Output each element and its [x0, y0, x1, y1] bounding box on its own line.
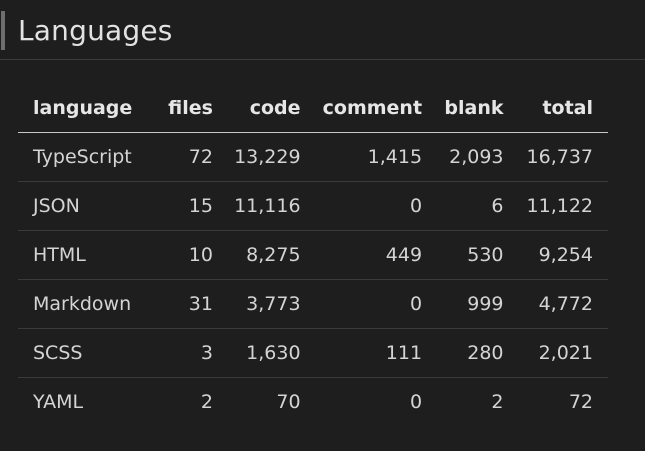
section-heading: Languages	[0, 5, 645, 60]
cell-language: JSON	[18, 181, 144, 231]
cell-blank: 280	[422, 328, 504, 378]
cell-total: 4,772	[503, 279, 608, 329]
cell-files: 10	[143, 230, 213, 280]
cell-blank: 2	[491, 391, 504, 413]
table-header-row: language files code comment blank total	[18, 84, 608, 133]
cell-language: Markdown	[18, 279, 144, 329]
cell-files: 15	[143, 181, 213, 231]
cell-code: 8,275	[212, 230, 301, 280]
page-title: Languages	[18, 14, 173, 47]
table-row: SCSS 3 1,630 111 280 2,021	[18, 328, 608, 378]
cell-total: 9,254	[503, 230, 608, 280]
cell-blank: 530	[422, 230, 504, 280]
table-row: TypeScript 72 13,229 1,415 2,093 16,737	[18, 132, 608, 182]
cell-comment: 0	[409, 391, 423, 413]
cell-files: 3	[143, 328, 213, 378]
cell-comment: 111	[300, 328, 423, 378]
cell-language: SCSS	[18, 328, 144, 378]
column-header-code: code	[212, 84, 301, 133]
cell-blank: 6	[422, 181, 504, 231]
cell-total: 16,737	[503, 132, 608, 182]
table-row: HTML 10 8,275 449 530 9,254	[18, 230, 608, 280]
column-header-blank: blank	[422, 84, 504, 133]
languages-table: language files code comment blank total …	[18, 84, 608, 426]
cell-comment: 1,415	[300, 132, 423, 182]
cell-code: 11,116	[212, 181, 301, 231]
cell-language: YAML	[33, 391, 84, 413]
heading-accent-bar	[1, 11, 5, 50]
table-row: JSON 15 11,116 0 6 11,122	[18, 181, 608, 231]
cell-code: 1,630	[212, 328, 301, 378]
cell-blank: 2,093	[422, 132, 504, 182]
column-header-comment: comment	[300, 84, 423, 133]
table-header: language files code comment blank total	[18, 84, 608, 133]
cell-files: 2	[200, 391, 213, 413]
column-header-total: total	[503, 84, 608, 133]
column-header-files: files	[143, 84, 213, 133]
cell-total: 2,021	[503, 328, 608, 378]
cell-comment: 449	[300, 230, 423, 280]
cell-blank: 999	[422, 279, 504, 329]
cell-code: 70	[276, 391, 301, 413]
table-row: Markdown 31 3,773 0 999 4,772	[18, 279, 608, 329]
cell-total: 11,122	[503, 181, 608, 231]
cell-code: 3,773	[212, 279, 301, 329]
cell-files: 31	[143, 279, 213, 329]
cell-total: 72	[568, 391, 593, 413]
markdown-preview: Languages language files code comment bl…	[0, 0, 645, 451]
column-header-language: language	[18, 84, 144, 133]
table-row: YAML 2 70 0 2 72	[18, 378, 608, 427]
cell-language: HTML	[18, 230, 144, 280]
cell-files: 72	[143, 132, 213, 182]
table-body: TypeScript 72 13,229 1,415 2,093 16,737 …	[18, 132, 608, 427]
cell-code: 13,229	[212, 132, 301, 182]
cell-comment: 0	[300, 279, 423, 329]
cell-comment: 0	[300, 181, 423, 231]
cell-language: TypeScript	[18, 132, 144, 182]
